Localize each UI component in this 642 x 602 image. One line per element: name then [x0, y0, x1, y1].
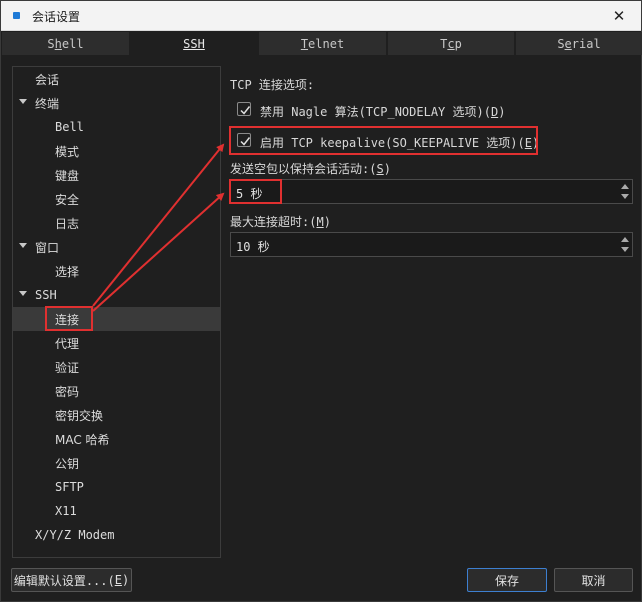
tree-item-security[interactable]: 安全	[13, 187, 220, 211]
tree-item-mode[interactable]: 模式	[13, 139, 220, 163]
category-tree: 会话 终端 Bell 模式 键盘 安全 日志 窗口 选择 SSH 连接 代理 验…	[12, 66, 221, 558]
arrow-down-icon[interactable]	[621, 247, 629, 252]
tab-tcp-accel: c	[447, 36, 455, 51]
timeout-value[interactable]: 10 秒	[236, 238, 270, 255]
tree-item-cipher[interactable]: 密码	[13, 379, 220, 403]
tab-shell-label: S	[47, 36, 55, 51]
tree-item-label: 窗口	[35, 240, 60, 255]
tree-item-label: MAC 哈希	[55, 432, 110, 447]
timeout-accel: M	[316, 215, 324, 229]
tab-shell-label-rest: ell	[61, 36, 84, 51]
tree-item-terminal[interactable]: 终端	[13, 91, 220, 115]
tree-item-label: 公钥	[55, 456, 80, 471]
tree-item-mac[interactable]: MAC 哈希	[13, 427, 220, 451]
tree-item-auth[interactable]: 验证	[13, 355, 220, 379]
tree-item-publickey[interactable]: 公钥	[13, 451, 220, 475]
tree-item-kex[interactable]: 密钥交换	[13, 403, 220, 427]
tab-ssh-label: SSH	[183, 37, 205, 51]
tab-serial[interactable]: Se rial	[516, 32, 642, 55]
arrow-down-icon[interactable]	[621, 194, 629, 199]
keepalive-interval-end: )	[383, 162, 391, 176]
edit-default-text: 编辑默认设置...(	[13, 573, 115, 588]
timeout-spinbox[interactable]: 10 秒	[230, 232, 633, 257]
tcp-options-label: TCP 连接选项:	[230, 78, 315, 92]
tab-tcp-label: T	[440, 36, 448, 51]
tree-item-selection[interactable]: 选择	[13, 259, 220, 283]
tree-item-label: 安全	[55, 192, 80, 207]
arrow-up-icon[interactable]	[621, 184, 629, 189]
tab-serial-label-rest: rial	[571, 36, 601, 51]
tree-item-proxy[interactable]: 代理	[13, 331, 220, 355]
tree-item-keyboard[interactable]: 键盘	[13, 163, 220, 187]
timeout-label: 最大连接超时:(M)	[230, 213, 331, 230]
tree-item-label: 选择	[55, 264, 80, 279]
tree-item-label: 密码	[55, 384, 80, 399]
tree-item-label: 会话	[35, 72, 60, 87]
timeout-label-end: )	[323, 215, 331, 229]
tab-shell[interactable]: Sh ell	[2, 32, 130, 55]
tree-item-ssh[interactable]: SSH	[13, 283, 220, 307]
tree-item-sftp[interactable]: SFTP	[13, 475, 220, 499]
tree-item-window[interactable]: 窗口	[13, 235, 220, 259]
nagle-label[interactable]: 禁用 Nagle 算法(TCP_NODELAY 选项)(D)	[260, 103, 505, 120]
tree-item-label: Bell	[55, 120, 84, 134]
tab-bar: Sh ell SSH Telnet Tcp Se rial	[2, 32, 642, 56]
tree-item-label: 密钥交换	[55, 408, 104, 423]
tree-item-bell[interactable]: Bell	[13, 115, 220, 139]
tab-telnet[interactable]: Telnet	[259, 32, 387, 55]
keepalive-interval-text: 发送空包以保持会话活动:(	[230, 162, 377, 176]
tree-item-session[interactable]: 会话	[13, 67, 220, 91]
tab-tcp-label-rest: p	[454, 36, 462, 51]
edit-default-settings-button[interactable]: 编辑默认设置...(E)	[11, 568, 132, 592]
save-button[interactable]: 保存	[467, 568, 547, 592]
tab-telnet-label: elnet	[308, 36, 345, 51]
keepalive-interval-accel: S	[376, 162, 384, 176]
tab-serial-label: S	[557, 36, 565, 51]
window-title: 会话设置	[32, 10, 81, 24]
tree-item-label: 模式	[55, 144, 80, 159]
app-icon	[13, 12, 20, 19]
timeout-label-text: 最大连接超时:(	[230, 215, 317, 229]
nagle-label-end: )	[498, 105, 506, 119]
tree-item-label: 日志	[55, 216, 80, 231]
annotation-box-interval	[229, 179, 282, 204]
chevron-down-icon[interactable]	[19, 243, 27, 248]
tree-item-label: X/Y/Z Modem	[35, 528, 115, 542]
tree-item-label: 终端	[35, 96, 60, 111]
tree-item-log[interactable]: 日志	[13, 211, 220, 235]
session-settings-dialog: 会话设置 ✕ Sh ell SSH Telnet Tcp Se rial 会话 终端…	[0, 0, 642, 602]
tree-item-label: 代理	[55, 336, 80, 351]
tab-telnet-accel: T	[300, 36, 309, 51]
tab-shell-accel: h	[54, 36, 62, 51]
tree-item-label: SFTP	[55, 480, 84, 494]
tab-tcp[interactable]: Tcp	[388, 32, 515, 55]
tab-serial-accel: e	[564, 36, 572, 51]
title-bar: 会话设置 ✕	[1, 1, 641, 31]
tree-item-label: SSH	[35, 288, 57, 302]
nagle-checkbox[interactable]	[237, 102, 251, 116]
spin-arrows[interactable]	[621, 237, 629, 253]
tree-item-x11[interactable]: X11	[13, 499, 220, 523]
edit-default-end: )	[121, 573, 130, 587]
chevron-down-icon[interactable]	[19, 291, 27, 296]
cancel-button[interactable]: 取消	[554, 568, 633, 592]
tree-item-label: 验证	[55, 360, 80, 375]
chevron-down-icon[interactable]	[19, 99, 27, 104]
keepalive-interval-label: 发送空包以保持会话活动:(S)	[230, 160, 391, 177]
annotation-box-keepalive	[229, 126, 538, 155]
edit-default-accel: E	[114, 573, 122, 587]
close-icon[interactable]: ✕	[607, 5, 631, 27]
annotation-box-connection	[45, 306, 93, 331]
checkmark-icon	[240, 106, 251, 115]
tree-item-label: 键盘	[55, 168, 80, 183]
spin-arrows[interactable]	[621, 184, 629, 200]
tree-item-label: X11	[55, 504, 77, 518]
arrow-up-icon[interactable]	[621, 237, 629, 242]
tab-ssh[interactable]: SSH	[131, 32, 258, 56]
keepalive-interval-spinbox[interactable]: 5 秒	[230, 179, 633, 204]
nagle-label-text: 禁用 Nagle 算法(TCP_NODELAY 选项)(	[260, 105, 491, 119]
tree-item-xyz-modem[interactable]: X/Y/Z Modem	[13, 523, 220, 547]
